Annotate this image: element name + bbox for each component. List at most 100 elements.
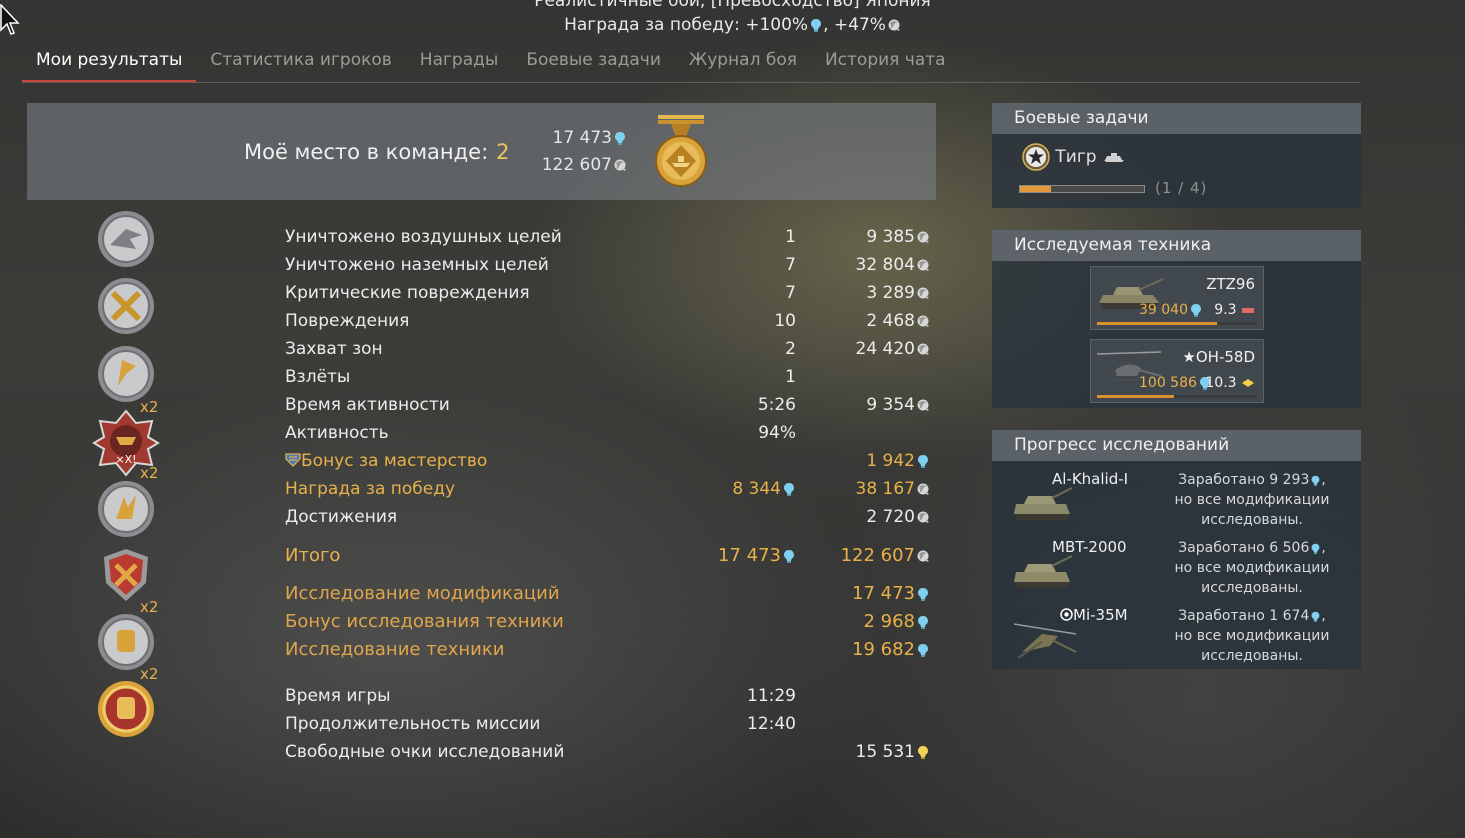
silver-lions-icon xyxy=(916,510,930,524)
mode-title: Реалистичные бои, [Превосходство] Япония xyxy=(534,0,931,11)
capture-award-icon xyxy=(98,346,154,402)
stat-row-damage: Повреждения 10 2 468 xyxy=(285,311,930,337)
vehicle-rp: 100 586 xyxy=(1139,375,1212,391)
stat-row-critical-damage: Критические повреждения 7 3 289 xyxy=(285,283,930,309)
reward-line-text-b: , +47% xyxy=(823,15,886,35)
helicopter-type-icon xyxy=(1242,379,1254,387)
stat-label: Активность xyxy=(285,423,389,443)
vehicle-br: 9.3 xyxy=(1214,302,1255,318)
stat-label: Время игры xyxy=(285,686,391,706)
silver-lions-icon xyxy=(887,18,901,32)
tab-battle-log[interactable]: Журнал боя xyxy=(675,44,811,82)
stat-label: Итого xyxy=(285,545,341,566)
rank-rp-value: 17 473 xyxy=(552,128,612,148)
stat-count: 7 xyxy=(785,255,796,275)
vehicle-progress-fill xyxy=(1097,395,1174,398)
vehicle-br: 10.3 xyxy=(1205,375,1255,391)
free-rp-icon xyxy=(916,745,930,759)
research-progress-panel: Прогресс исследований Al-Khalid-I Зарабо… xyxy=(992,430,1361,669)
tab-rewards[interactable]: Награды xyxy=(406,44,513,82)
silver-lions-icon xyxy=(916,398,930,412)
tank-class-icon xyxy=(1103,153,1124,162)
silver-lions-icon xyxy=(916,230,930,244)
vehicle-progress-bar xyxy=(1097,322,1257,325)
silver-lions-icon xyxy=(916,482,930,496)
stat-rp: 8 344 xyxy=(732,479,781,499)
medal-icon xyxy=(655,115,707,187)
battle-task-item[interactable]: Тигр xyxy=(1022,143,1126,171)
tab-chat-history[interactable]: История чата xyxy=(811,44,960,82)
battle-tasks-panel: Боевые задачи Тигр (1 / 4) xyxy=(992,103,1361,208)
research-vehicle-oh-58d[interactable]: ★OH-58D 100 586 10.3 xyxy=(1090,339,1264,403)
stat-row-victory-reward: Награда за победу 8 344 38 167 xyxy=(285,479,930,505)
progress-earned: Заработано 9 293 xyxy=(1178,472,1310,488)
ground-kill-award-icon xyxy=(98,278,154,334)
battle-task-name: Тигр xyxy=(1055,147,1097,167)
stat-sl: 38 167 xyxy=(855,479,915,499)
stat-label: Исследование техники xyxy=(285,639,505,660)
premium-target-icon xyxy=(1060,608,1073,621)
research-points-icon xyxy=(1310,475,1321,486)
stat-sl: 9 354 xyxy=(866,395,915,415)
tank-type-icon xyxy=(1242,308,1254,313)
stat-label-text: Бонус за мастерство xyxy=(301,451,488,471)
silver-lions-icon xyxy=(916,258,930,272)
victory-reward-header: Награда за победу: +100% , +47% xyxy=(0,15,1465,35)
progress-note-text: но все модификации исследованы. xyxy=(1174,492,1330,528)
team-place-label: Моё место в команде: xyxy=(244,140,489,164)
stat-count: 5:26 xyxy=(757,395,796,415)
stat-sl: 3 289 xyxy=(866,283,915,303)
fist-award-icon xyxy=(98,614,154,670)
stat-label: Уничтожено наземных целей xyxy=(285,255,549,275)
stat-label: Критические повреждения xyxy=(285,283,530,303)
stat-rp: 2 968 xyxy=(863,611,915,632)
stat-row-air-kills: Уничтожено воздушных целей 1 9 385 xyxy=(285,227,930,253)
progress-vehicle-name-text: Mi-35M xyxy=(1073,606,1128,624)
research-vehicle-ztz96[interactable]: ZTZ96 39 040 9.3 xyxy=(1090,266,1264,330)
stat-label: Время активности xyxy=(285,395,450,415)
progress-earned: Заработано 1 674 xyxy=(1178,608,1310,624)
air-kill-award-icon xyxy=(98,211,154,267)
battle-task-progress-count: (1 / 4) xyxy=(1155,179,1208,197)
assist-award-icon xyxy=(98,481,154,537)
research-points-icon xyxy=(1310,611,1321,622)
stat-row-mastery-bonus: Бонус за мастерство 1 942 xyxy=(285,451,930,477)
stat-label: Захват зон xyxy=(285,339,383,359)
rank-sl-total: 122 607 xyxy=(497,155,627,175)
research-points-icon xyxy=(782,482,796,496)
stat-label: Свободные очки исследований xyxy=(285,742,565,762)
stat-row-mod-research: Исследование модификаций 17 473 xyxy=(285,583,930,609)
stat-row-vehicle-research: Исследование техники 19 682 xyxy=(285,639,930,665)
research-points-icon xyxy=(1310,543,1321,554)
research-points-icon xyxy=(916,454,930,468)
stat-label: Исследование модификаций xyxy=(285,583,560,604)
stat-label: Бонус за мастерство xyxy=(285,451,487,471)
vehicle-name: ZTZ96 xyxy=(1206,275,1255,293)
stat-sl: 2 468 xyxy=(866,311,915,331)
stat-row-achievements: Достижения 2 720 xyxy=(285,507,930,533)
mastery-icon xyxy=(285,453,301,467)
research-points-icon xyxy=(1189,303,1203,317)
progress-item-al-khalid: Al-Khalid-I Заработано 9 293, но все моди… xyxy=(992,470,1361,534)
stat-value: 15 531 xyxy=(855,742,915,762)
stat-label: Награда за победу xyxy=(285,479,456,499)
stat-row-activity-time: Время активности 5:26 9 354 xyxy=(285,395,930,421)
reward-line-text: Награда за победу: +100% xyxy=(564,15,809,35)
tab-player-stats[interactable]: Статистика игроков xyxy=(196,44,405,82)
stat-sl: 9 385 xyxy=(866,227,915,247)
vehicle-progress-fill xyxy=(1097,322,1217,325)
progress-vehicle-name: Al-Khalid-I xyxy=(1052,470,1129,488)
shield-award-icon xyxy=(104,549,148,601)
stat-row-game-time: Время игры 11:29 xyxy=(285,686,930,712)
stat-label: Достижения xyxy=(285,507,398,527)
progress-note: Заработано 6 506, но все модификации иссл… xyxy=(1174,540,1330,596)
tab-my-results[interactable]: Мои результаты xyxy=(22,44,197,82)
researched-vehicles-title: Исследуемая техника xyxy=(992,230,1361,261)
tab-battle-tasks[interactable]: Боевые задачи xyxy=(512,44,675,82)
progress-earned: Заработано 6 506 xyxy=(1178,540,1310,556)
progress-note: Заработано 9 293, но все модификации иссл… xyxy=(1174,472,1330,528)
stat-sl: 122 607 xyxy=(840,545,915,566)
stat-row-activity: Активность 94% xyxy=(285,423,930,449)
team-rank-box: Моё место в команде: 2 17 473 122 607 xyxy=(27,103,936,200)
stat-count: 94% xyxy=(758,423,796,443)
